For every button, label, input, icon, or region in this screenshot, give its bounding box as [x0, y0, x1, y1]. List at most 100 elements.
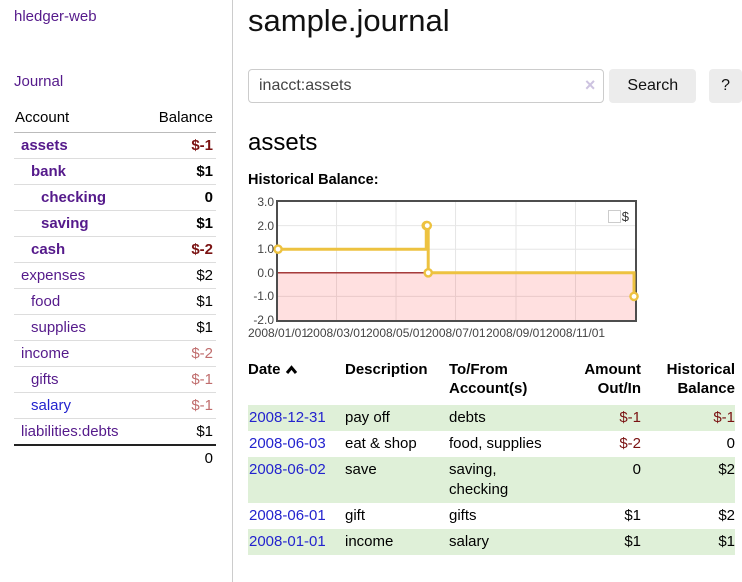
account-row: bank $1: [14, 159, 216, 185]
transaction-row: 2008-06-02savesaving, checking0$2: [248, 457, 735, 503]
account-row: gifts $-1: [14, 367, 216, 393]
account-row: assets $-1: [14, 133, 216, 159]
account-balance: $1: [145, 315, 216, 341]
account-balance: $1: [145, 419, 216, 446]
transaction-date-link[interactable]: 2008-06-02: [249, 461, 326, 478]
chart-title: Historical Balance:: [248, 172, 742, 188]
historical-balance-chart: $ 3.02.01.00.0-1.0-2.0 2008/01/012008/03…: [248, 200, 668, 342]
transaction-accounts: gifts: [449, 503, 561, 529]
account-link[interactable]: gifts: [14, 371, 59, 388]
y-axis-tick-label: -2.0: [248, 313, 274, 327]
transaction-balance: $1: [641, 529, 735, 555]
transaction-balance: $2: [641, 503, 735, 529]
account-link[interactable]: checking: [14, 189, 106, 206]
register-header-row: Date Description To/From Account(s) Amou…: [248, 358, 735, 405]
account-link[interactable]: saving: [14, 215, 89, 232]
account-link[interactable]: cash: [14, 241, 65, 258]
account-balance: $-1: [145, 133, 216, 159]
register-header-accounts: To/From Account(s): [449, 358, 561, 405]
account-row: checking 0: [14, 185, 216, 211]
transaction-amount: 0: [561, 457, 641, 503]
search-input-wrap: ×: [248, 69, 604, 103]
transaction-date-link[interactable]: 2008-06-01: [249, 507, 326, 524]
transaction-amount: $-2: [561, 431, 641, 457]
transaction-row: 2008-01-01incomesalary$1$1: [248, 529, 735, 555]
y-axis-tick-label: 3.0: [248, 195, 274, 209]
transaction-accounts: debts: [449, 405, 561, 431]
account-link[interactable]: liabilities:debts: [14, 423, 119, 440]
account-heading: assets: [248, 128, 742, 158]
sidebar-item-journal[interactable]: Journal: [14, 73, 63, 90]
transaction-row: 2008-06-01 giftgifts$1$2: [248, 503, 735, 529]
chart-svg: [278, 202, 635, 320]
search-input[interactable]: [248, 69, 604, 103]
transaction-balance: 0: [641, 431, 735, 457]
clear-search-icon[interactable]: ×: [585, 75, 596, 95]
account-row: food $1: [14, 289, 216, 315]
transaction-accounts: salary: [449, 529, 561, 555]
account-row: saving$1: [14, 211, 216, 237]
sort-ascending-icon: [285, 365, 298, 375]
account-balance: 0: [145, 185, 216, 211]
help-button[interactable]: ?: [709, 69, 742, 103]
register-table: Date Description To/From Account(s) Amou…: [248, 358, 735, 555]
account-balance: $2: [145, 263, 216, 289]
transaction-date-link[interactable]: 2008-06-03: [249, 435, 326, 452]
accounts-total-value: 0: [145, 445, 216, 471]
account-link[interactable]: food: [14, 293, 60, 310]
accounts-table: Account Balance assets $-1 bank $1 checking 0…: [14, 106, 216, 471]
transaction-description: income: [345, 529, 449, 555]
transaction-description: eat & shop: [345, 431, 449, 457]
transaction-amount: $-1: [561, 405, 641, 431]
accounts-header-balance: Balance: [145, 106, 216, 133]
account-row: cash$-2: [14, 237, 216, 263]
register-header-description: Description: [345, 358, 449, 405]
account-link[interactable]: assets: [14, 137, 68, 154]
account-row: salary$-1: [14, 393, 216, 419]
x-axis-tick-label: 2008/11/01: [546, 326, 605, 340]
register-header-date[interactable]: Date: [248, 358, 345, 405]
register-header-date-label: Date: [248, 361, 281, 378]
register-header-amount: Amount Out/In: [561, 358, 641, 405]
transaction-accounts: saving, checking: [449, 457, 561, 503]
chart-plot-area: $: [276, 200, 637, 322]
accounts-header-account: Account: [14, 106, 145, 133]
transaction-amount: $1: [561, 529, 641, 555]
app-brand-link[interactable]: hledger-web: [14, 8, 97, 25]
account-row: expenses $2: [14, 263, 216, 289]
account-link[interactable]: expenses: [14, 267, 85, 284]
accounts-total-row: 0: [14, 445, 216, 471]
search-button[interactable]: Search: [609, 69, 696, 103]
transaction-description: pay off: [345, 405, 449, 431]
account-link[interactable]: supplies: [14, 319, 86, 336]
account-link[interactable]: salary: [14, 397, 71, 414]
y-axis-tick-label: 2.0: [248, 219, 274, 233]
account-link[interactable]: income: [14, 345, 69, 362]
y-axis-tick-label: -1.0: [248, 289, 274, 303]
search-form: × Search ?: [248, 69, 742, 103]
account-balance: $-1: [145, 367, 216, 393]
legend-label: $: [622, 209, 629, 224]
account-row: income $-2: [14, 341, 216, 367]
transaction-accounts: food, supplies: [449, 431, 561, 457]
transaction-balance: $2: [641, 457, 735, 503]
legend-swatch-border: [608, 210, 621, 223]
transaction-description: gift: [345, 503, 449, 529]
register-header-balance: Historical Balance: [641, 358, 735, 405]
chart-legend: $: [608, 209, 629, 224]
y-axis-tick-label: 0.0: [248, 266, 274, 280]
accounts-total-spacer: [14, 445, 145, 471]
account-balance: $1: [145, 159, 216, 185]
sidebar: hledger-web Journal Account Balance asse…: [0, 0, 233, 582]
x-axis-tick-label: 2008/03/01: [306, 326, 366, 340]
transaction-amount: $1: [561, 503, 641, 529]
transaction-balance: $-1: [641, 405, 735, 431]
account-row: liabilities:debts $1: [14, 419, 216, 446]
accounts-body: assets$-1bank$1checking0saving$1cash$-2e…: [14, 133, 216, 446]
transaction-date-link[interactable]: 2008-01-01: [249, 533, 326, 550]
account-link[interactable]: bank: [14, 163, 66, 180]
main-content: sample.journal × Search ? assets Histori…: [233, 0, 742, 555]
account-balance: $-2: [145, 341, 216, 367]
account-balance: $1: [145, 289, 216, 315]
transaction-date-link[interactable]: 2008-12-31: [249, 409, 326, 426]
